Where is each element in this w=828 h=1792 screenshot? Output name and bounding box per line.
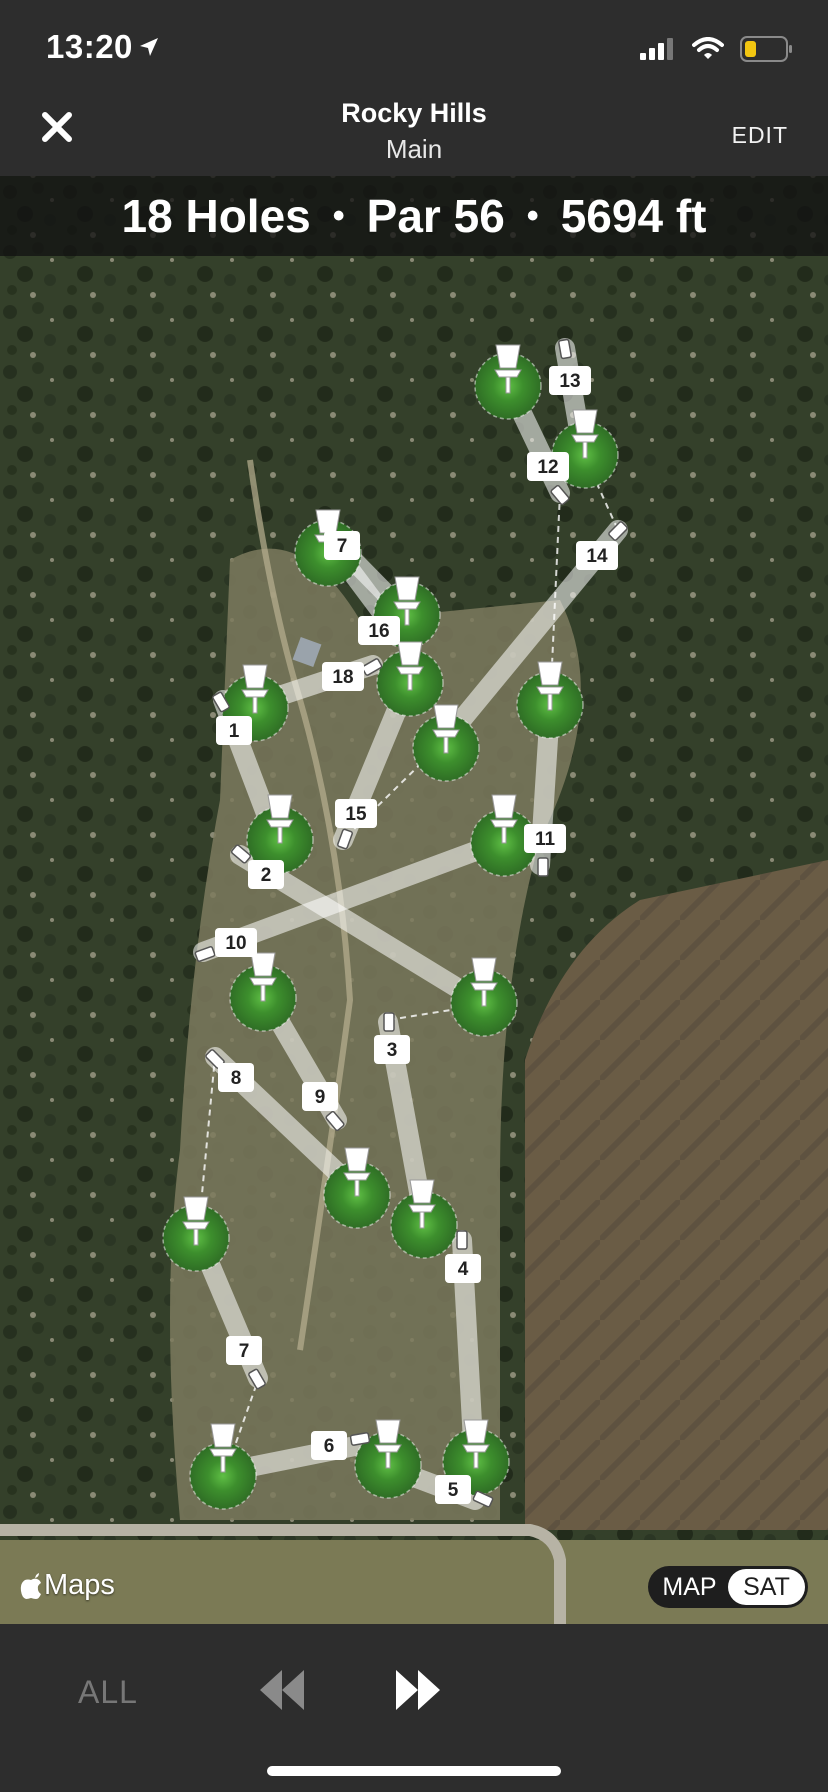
satellite-map[interactable]: 1 2 3 4 5 6 7 8 9 10 11 12 13 14 15 16 7… xyxy=(0,176,828,1624)
map-view[interactable]: 1 2 3 4 5 6 7 8 9 10 11 12 13 14 15 16 7… xyxy=(0,176,828,1624)
svg-text:3: 3 xyxy=(387,1040,398,1061)
hole-label-4[interactable]: 4 xyxy=(445,1254,481,1283)
status-time: 13:20 xyxy=(46,28,133,65)
hole-label-18[interactable]: 18 xyxy=(322,662,364,691)
hole-label-11[interactable]: 11 xyxy=(524,824,566,853)
svg-text:1: 1 xyxy=(229,721,240,742)
svg-text:4: 4 xyxy=(458,1259,469,1280)
svg-text:18: 18 xyxy=(332,667,353,688)
map-type-toggle[interactable]: MAP SAT xyxy=(648,1566,808,1608)
hole-label-6[interactable]: 6 xyxy=(311,1431,347,1460)
svg-text:6: 6 xyxy=(324,1436,335,1457)
svg-text:7: 7 xyxy=(239,1341,250,1362)
bottom-toolbar: ALL xyxy=(0,1624,828,1792)
svg-text:9: 9 xyxy=(315,1087,326,1108)
svg-text:13: 13 xyxy=(559,371,580,392)
svg-text:2: 2 xyxy=(261,865,272,886)
course-info-banner: 18 Holes • Par 56 • 5694 ft xyxy=(0,176,828,256)
separator-dot: • xyxy=(332,196,345,235)
svg-text:5: 5 xyxy=(448,1480,459,1501)
hole-label-2[interactable]: 2 xyxy=(248,860,284,889)
location-arrow-icon xyxy=(140,38,158,56)
wifi-icon xyxy=(692,37,724,59)
hole-label-5[interactable]: 5 xyxy=(435,1475,471,1504)
course-title: Rocky Hills xyxy=(341,98,487,128)
hole-label-16[interactable]: 16 xyxy=(358,616,400,645)
hole-label-8[interactable]: 8 xyxy=(218,1063,254,1092)
svg-text:12: 12 xyxy=(537,457,558,478)
hole-label-3[interactable]: 3 xyxy=(374,1035,410,1064)
hole-label-15[interactable]: 15 xyxy=(335,799,377,828)
svg-text:11: 11 xyxy=(535,829,556,850)
hole-count: 18 Holes xyxy=(121,190,311,242)
separator-dot: • xyxy=(526,196,539,235)
maps-label: Maps xyxy=(44,1569,115,1601)
edit-button[interactable]: EDIT xyxy=(732,122,788,149)
svg-text:16: 16 xyxy=(368,621,389,642)
svg-text:10: 10 xyxy=(225,933,246,954)
hole-label-13[interactable]: 13 xyxy=(549,366,591,395)
hole-label-1[interactable]: 1 xyxy=(216,716,252,745)
satellite-option[interactable]: SAT xyxy=(728,1569,805,1605)
svg-text:8: 8 xyxy=(231,1068,242,1089)
hole-label-17[interactable]: 7 xyxy=(324,531,360,560)
course-distance: 5694 ft xyxy=(560,190,707,242)
svg-text:7: 7 xyxy=(337,536,348,557)
nav-bar: Rocky Hills Main EDIT xyxy=(0,92,828,176)
course-par: Par 56 xyxy=(366,190,505,242)
rewind-icon[interactable] xyxy=(258,1668,306,1712)
hole-label-10[interactable]: 10 xyxy=(215,928,257,957)
apple-logo-icon xyxy=(20,1572,41,1599)
cellular-signal-icon xyxy=(640,38,673,60)
home-indicator xyxy=(267,1766,561,1776)
layout-subtitle: Main xyxy=(385,134,443,164)
hole-label-7[interactable]: 7 xyxy=(226,1336,262,1365)
status-bar: 13:20 xyxy=(0,0,828,92)
hole-label-9[interactable]: 9 xyxy=(302,1082,338,1111)
status-icons xyxy=(640,36,794,62)
maps-attribution[interactable]: Maps xyxy=(20,1569,115,1602)
hole-label-12[interactable]: 12 xyxy=(527,452,569,481)
map-option[interactable]: MAP xyxy=(651,1569,728,1605)
svg-text:15: 15 xyxy=(345,804,367,825)
hole-label-14[interactable]: 14 xyxy=(576,541,618,570)
svg-text:14: 14 xyxy=(586,546,608,567)
fast-forward-icon[interactable] xyxy=(394,1668,442,1712)
battery-icon xyxy=(740,36,792,62)
all-holes-button[interactable]: ALL xyxy=(78,1674,138,1711)
